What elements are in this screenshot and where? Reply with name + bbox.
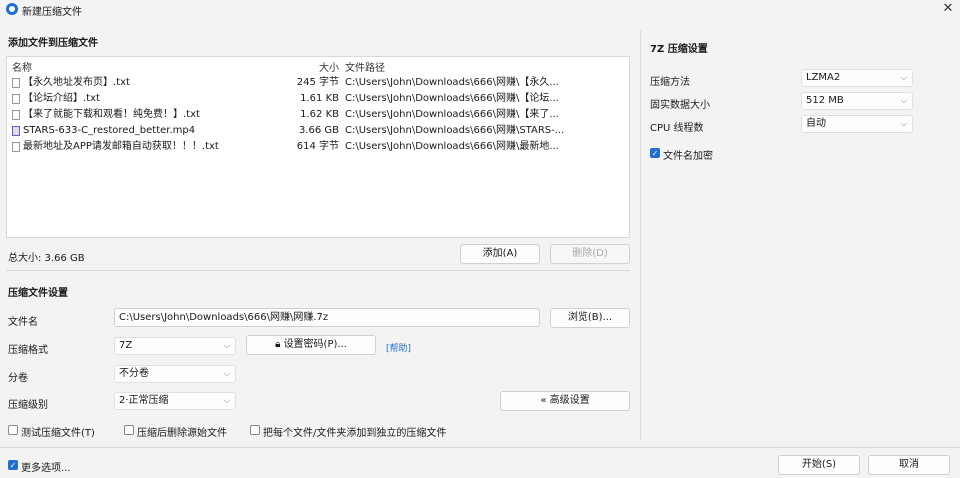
app-icon	[6, 3, 18, 15]
table-row[interactable]: STARS-633-C_restored_better.mp4 3.66 GB …	[7, 123, 629, 138]
test-archive-checkbox[interactable]	[8, 425, 18, 435]
file-path: C:\Users\John\Downloads\666\网赚\最新地...	[345, 141, 559, 152]
table-row[interactable]: 【论坛介绍】.txt 1.61 KB C:\Users\John\Downloa…	[7, 91, 629, 106]
column-header-name[interactable]: 名称	[12, 59, 32, 74]
video-file-icon	[12, 126, 20, 136]
text-file-icon	[12, 142, 20, 152]
method-select[interactable]: LZMA2 ⌵	[801, 69, 913, 87]
browse-button[interactable]: 浏览(B)...	[550, 308, 630, 328]
start-button[interactable]: 开始(S)	[778, 455, 860, 475]
total-size: 总大小: 3.66 GB	[8, 253, 85, 264]
file-name: 【永久地址发布页】.txt	[23, 77, 130, 88]
column-header-path[interactable]: 文件路径	[345, 59, 385, 74]
level-label: 压缩级别	[8, 400, 48, 411]
format-label: 压缩格式	[8, 345, 48, 356]
file-size: 245 字节	[296, 77, 339, 88]
more-options-label[interactable]: 更多选项...	[21, 459, 71, 474]
format-value: 7Z	[119, 340, 133, 351]
column-header-size[interactable]: 大小	[319, 59, 339, 74]
chevron-down-icon: ⌵	[223, 341, 230, 350]
compress-settings-title: 压缩文件设置	[8, 288, 68, 299]
more-options-checkbox[interactable]: ✓	[8, 460, 18, 470]
file-path: C:\Users\John\Downloads\666\网赚\【来了...	[345, 109, 559, 120]
window-title: 新建压缩文件	[22, 7, 82, 18]
file-size: 3.66 GB	[298, 125, 339, 136]
sevenz-settings-panel: 7Z 压缩设置 压缩方法 LZMA2 ⌵ 固实数据大小 512 MB ⌵ CPU…	[640, 30, 954, 440]
add-section-title: 添加文件到压缩文件	[8, 38, 98, 49]
chevron-down-icon: ⌵	[900, 96, 907, 105]
file-name: STARS-633-C_restored_better.mp4	[23, 125, 196, 136]
delete-after-checkbox[interactable]	[124, 425, 134, 435]
bottom-bar: ✓ 更多选项... 开始(S) 取消	[0, 447, 960, 478]
table-row[interactable]: 最新地址及APP请发邮箱自动获取！！！.txt 614 字节 C:\Users\…	[7, 139, 629, 154]
filename-input[interactable]: C:\Users\John\Downloads\666\网赚\网赚.7z	[114, 308, 540, 327]
add-button[interactable]: 添加(A)	[460, 244, 540, 264]
encrypt-filenames-checkbox[interactable]: ✓	[650, 148, 660, 158]
solid-size-label: 固实数据大小	[650, 100, 710, 111]
chevron-down-icon: ⌵	[223, 396, 230, 405]
split-value: 不分卷	[119, 368, 149, 379]
title-bar: 新建压缩文件 ✕	[0, 0, 960, 20]
text-file-icon	[12, 94, 20, 104]
test-archive-label: 测试压缩文件(T)	[21, 428, 95, 439]
solid-size-select[interactable]: 512 MB ⌵	[801, 92, 913, 110]
sevenz-settings-title: 7Z 压缩设置	[650, 44, 708, 55]
help-link[interactable]: [帮助]	[386, 341, 411, 354]
cpu-threads-label: CPU 线程数	[650, 123, 704, 134]
level-select[interactable]: 2·正常压缩 ⌵	[114, 392, 236, 410]
text-file-icon	[12, 110, 20, 120]
method-label: 压缩方法	[650, 77, 690, 88]
file-name: 【论坛介绍】.txt	[23, 93, 100, 104]
chevron-down-icon: ⌵	[223, 369, 230, 378]
cpu-threads-value: 自动	[806, 118, 826, 129]
set-password-button[interactable]: 🔒︎ 设置密码(P)...	[246, 335, 376, 355]
file-size: 614 字节	[296, 141, 339, 152]
cancel-button[interactable]: 取消	[868, 455, 950, 475]
file-path: C:\Users\John\Downloads\666\网赚\【永久...	[345, 77, 559, 88]
file-size: 1.62 KB	[300, 109, 339, 120]
set-password-label: 设置密码(P)...	[283, 339, 347, 350]
level-value: 2·正常压缩	[119, 395, 169, 406]
method-value: LZMA2	[806, 72, 841, 83]
file-path: C:\Users\John\Downloads\666\网赚\【论坛...	[345, 93, 559, 104]
file-size: 1.61 KB	[300, 93, 339, 104]
cpu-threads-select[interactable]: 自动 ⌵	[801, 115, 913, 133]
chevron-down-icon: ⌵	[900, 73, 907, 82]
table-row[interactable]: 【来了就能下载和观看！纯免费！】.txt 1.62 KB C:\Users\Jo…	[7, 107, 629, 122]
advanced-settings-button[interactable]: « 高级设置	[500, 391, 630, 411]
close-icon[interactable]: ✕	[940, 1, 956, 17]
split-select[interactable]: 不分卷 ⌵	[114, 365, 236, 383]
filename-label: 文件名	[8, 317, 38, 328]
format-select[interactable]: 7Z ⌵	[114, 337, 236, 355]
solid-size-value: 512 MB	[806, 95, 844, 106]
lock-icon: 🔒︎	[275, 339, 284, 350]
separate-archives-label: 把每个文件/文件夹添加到独立的压缩文件	[263, 428, 447, 439]
file-name: 【来了就能下载和观看！纯免费！】.txt	[23, 109, 200, 120]
file-name: 最新地址及APP请发邮箱自动获取！！！.txt	[23, 141, 219, 152]
divider	[6, 270, 630, 271]
separate-archives-checkbox[interactable]	[250, 425, 260, 435]
text-file-icon	[12, 78, 20, 88]
split-label: 分卷	[8, 373, 28, 384]
table-row[interactable]: 【永久地址发布页】.txt 245 字节 C:\Users\John\Downl…	[7, 75, 629, 90]
file-path: C:\Users\John\Downloads\666\网赚\STARS-...	[345, 125, 565, 136]
chevron-down-icon: ⌵	[900, 119, 907, 128]
encrypt-filenames-label: 文件名加密	[663, 151, 713, 162]
file-list[interactable]: 名称 大小 文件路径 【永久地址发布页】.txt 245 字节 C:\Users…	[6, 56, 630, 238]
delete-button[interactable]: 删除(D)	[550, 244, 630, 264]
delete-after-label: 压缩后删除源始文件	[137, 428, 227, 439]
